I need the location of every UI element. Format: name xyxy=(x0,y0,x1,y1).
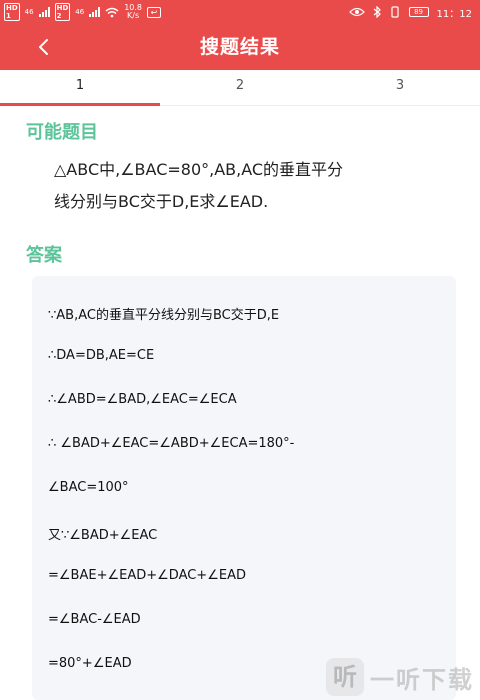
watermark-logo: 听 xyxy=(326,658,364,696)
answer-line: =∠BAE+∠EAD+∠DAC+∠EAD xyxy=(48,568,246,583)
question-text: △ABC中,∠BAC=80°,AB,AC的垂直平分 线分别与BC交于D,E求∠E… xyxy=(54,154,426,218)
bluetooth-icon xyxy=(373,6,381,18)
status-left: HD 1 46 HD 2 46 10.8 K/s ↩ xyxy=(4,2,161,22)
watermark-text: 一听下载 xyxy=(370,665,474,694)
notification-icon: ↩ xyxy=(147,6,161,18)
wifi-icon xyxy=(105,7,119,17)
net-speed-unit: K/s xyxy=(127,11,140,20)
tab-2[interactable]: 2 xyxy=(160,70,320,105)
result-tabs: 1 2 3 xyxy=(0,70,480,106)
signal-icon-1 xyxy=(38,7,50,17)
signal-icon-2 xyxy=(89,7,101,17)
eye-icon xyxy=(348,7,365,17)
question-heading: 可能题目 xyxy=(26,122,98,143)
hd-badge-1: HD 1 xyxy=(4,3,20,21)
answer-line: ∴ ∠BAD+∠EAC=∠ABD+∠ECA=180°- xyxy=(48,436,295,451)
chevron-left-icon xyxy=(39,39,48,55)
tab-3[interactable]: 3 xyxy=(320,70,480,105)
answer-line: ∴DA=DB,AE=CE xyxy=(48,348,155,363)
question-line: 线分别与BC交于D,E求∠EAD. xyxy=(54,192,269,211)
watermark: 听 一听下载 xyxy=(326,658,474,696)
answer-line: =80°+∠EAD xyxy=(48,656,132,671)
answer-heading: 答案 xyxy=(26,245,62,266)
network-label-a: 46 xyxy=(24,8,34,16)
answer-line: ∠BAC=100° xyxy=(48,480,129,495)
status-right: 89 11：12 xyxy=(348,2,472,22)
page-title: 搜题结果 xyxy=(199,36,280,58)
answer-line: 又∵∠BAD+∠EAC xyxy=(48,528,158,543)
battery-level: 89 xyxy=(414,8,423,16)
answer-line: ∵AB,AC的垂直平分线分别与BC交于D,E xyxy=(48,308,280,323)
clock: 11：12 xyxy=(436,8,472,20)
answer-line: =∠BAC-∠EAD xyxy=(48,612,141,627)
app-bar: 搜题结果 xyxy=(0,24,480,70)
network-label-b: 46 xyxy=(75,8,85,16)
answer-line: ∴∠ABD=∠BAD,∠EAC=∠ECA xyxy=(48,392,237,407)
question-line: △ABC中,∠BAC=80°,AB,AC的垂直平分 xyxy=(54,160,344,179)
net-speed: 10.8 K/s xyxy=(124,4,142,20)
battery-icon: 89 xyxy=(408,7,429,17)
tab-1[interactable]: 1 xyxy=(0,70,160,106)
status-bar: HD 1 46 HD 2 46 10.8 K/s ↩ 89 11：12 xyxy=(0,0,480,24)
hd-badge-2: HD 2 xyxy=(54,3,71,21)
answer-card: ∵AB,AC的垂直平分线分别与BC交于D,E ∴DA=DB,AE=CE ∴∠AB… xyxy=(32,276,456,700)
back-button[interactable] xyxy=(28,32,58,62)
vibrate-icon xyxy=(390,6,399,18)
